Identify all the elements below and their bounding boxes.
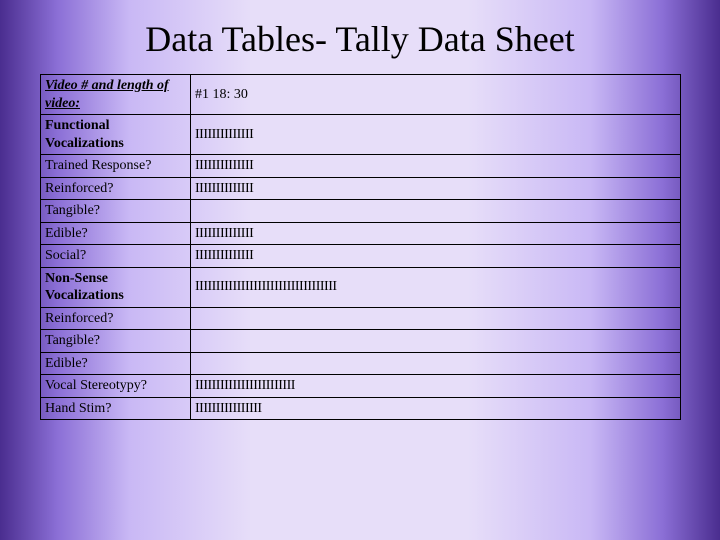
tally-cell: IIIIIIIIIIIIII <box>191 115 681 155</box>
row-label: Edible? <box>41 352 191 375</box>
table-row: Edible?IIIIIIIIIIIIII <box>41 222 681 245</box>
header-value: #1 18: 30 <box>191 75 681 115</box>
tally-cell <box>191 200 681 223</box>
tally-cell <box>191 352 681 375</box>
tally-cell <box>191 330 681 353</box>
table-row: Functional VocalizationsIIIIIIIIIIIIII <box>41 115 681 155</box>
row-label: Reinforced? <box>41 177 191 200</box>
row-label: Vocal Stereotypy? <box>41 375 191 398</box>
row-label: Functional Vocalizations <box>41 115 191 155</box>
row-label: Tangible? <box>41 330 191 353</box>
tally-cell <box>191 307 681 330</box>
tally-cell: IIIIIIIIIIIIII <box>191 245 681 268</box>
row-label: Non-Sense Vocalizations <box>41 267 191 307</box>
row-label: Trained Response? <box>41 155 191 178</box>
table-row: Trained Response?IIIIIIIIIIIIII <box>41 155 681 178</box>
header-row: Video # and length of video: #1 18: 30 <box>41 75 681 115</box>
header-label: Video # and length of video: <box>41 75 191 115</box>
table-row: Non-Sense VocalizationsIIIIIIIIIIIIIIIII… <box>41 267 681 307</box>
tally-cell: IIIIIIIIIIIIII <box>191 155 681 178</box>
tally-table: Video # and length of video: #1 18: 30 F… <box>40 74 681 420</box>
table-row: Vocal Stereotypy?IIIIIIIIIIIIIIIIIIIIIII… <box>41 375 681 398</box>
table-row: Reinforced?IIIIIIIIIIIIII <box>41 177 681 200</box>
tally-cell: IIIIIIIIIIIIII <box>191 222 681 245</box>
row-label: Reinforced? <box>41 307 191 330</box>
row-label: Hand Stim? <box>41 397 191 420</box>
row-label: Social? <box>41 245 191 268</box>
table-row: Edible? <box>41 352 681 375</box>
tally-cell: IIIIIIIIIIIIII <box>191 177 681 200</box>
tally-cell: IIIIIIIIIIIIIIIIIIIIIIII <box>191 375 681 398</box>
slide: Data Tables- Tally Data Sheet Video # an… <box>0 0 720 540</box>
tally-cell: IIIIIIIIIIIIIIII <box>191 397 681 420</box>
table-row: Tangible? <box>41 330 681 353</box>
row-label: Tangible? <box>41 200 191 223</box>
table-row: Hand Stim?IIIIIIIIIIIIIIII <box>41 397 681 420</box>
table-row: Social?IIIIIIIIIIIIII <box>41 245 681 268</box>
page-title: Data Tables- Tally Data Sheet <box>40 18 680 60</box>
table-row: Reinforced? <box>41 307 681 330</box>
table-row: Tangible? <box>41 200 681 223</box>
tally-cell: IIIIIIIIIIIIIIIIIIIIIIIIIIIIIIIIII <box>191 267 681 307</box>
row-label: Edible? <box>41 222 191 245</box>
